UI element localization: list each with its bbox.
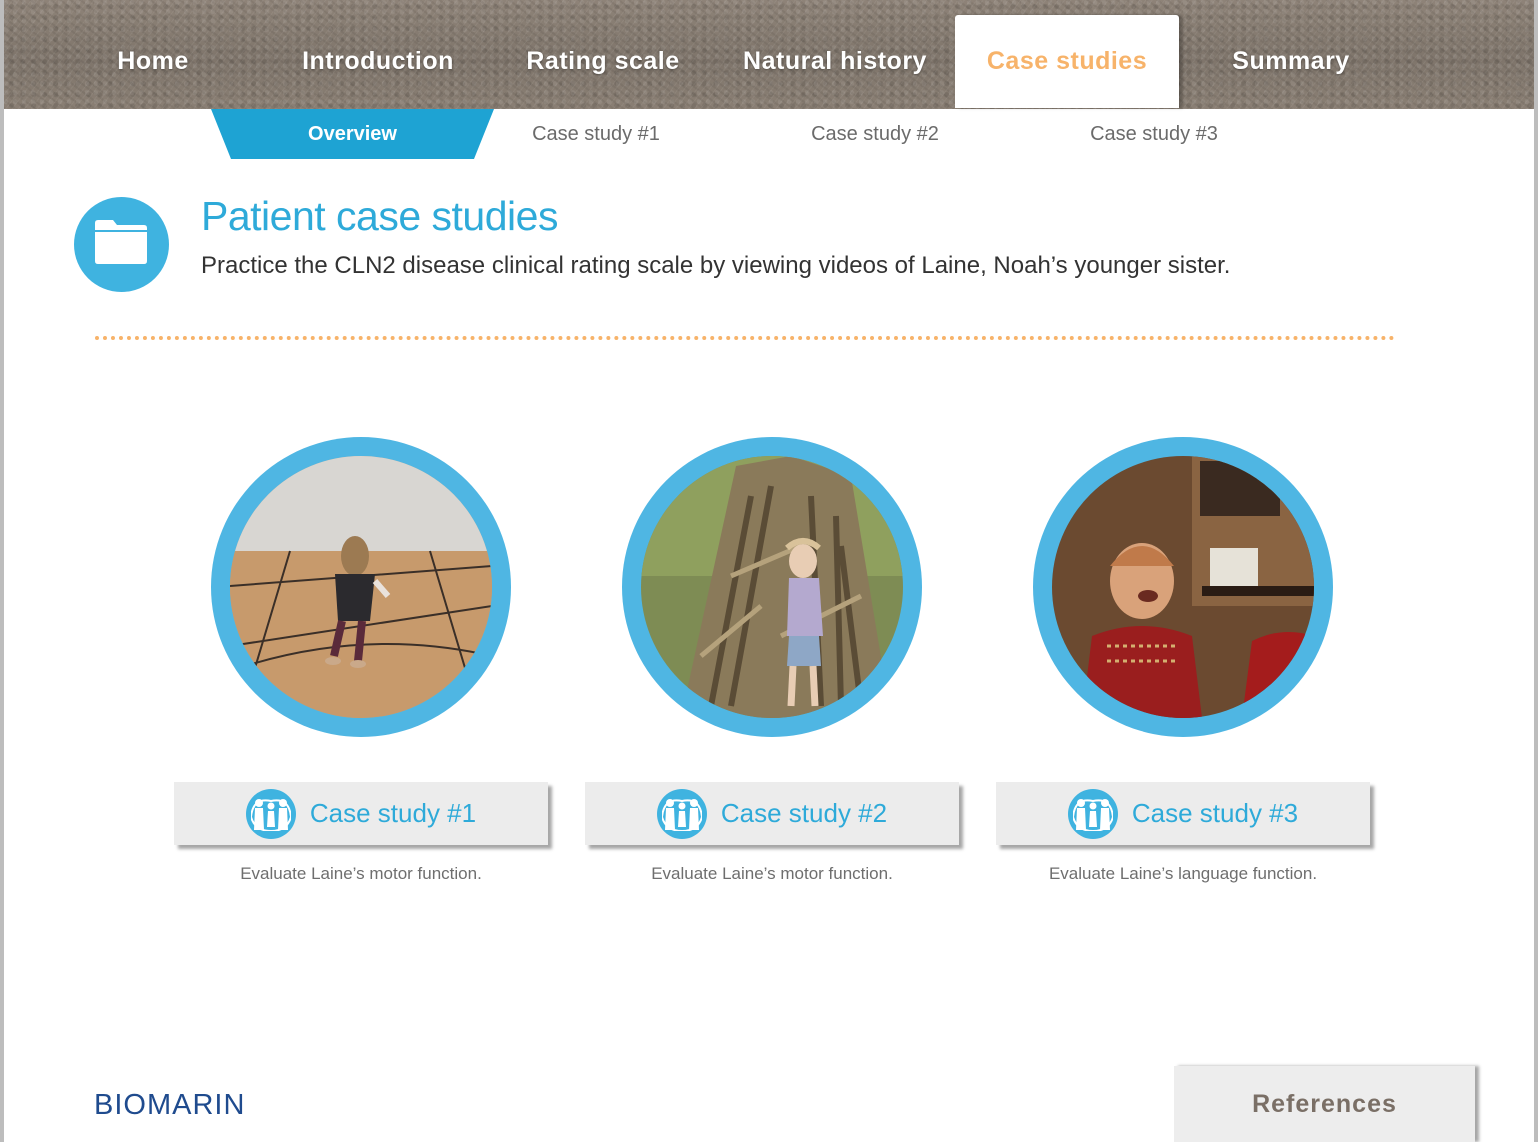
- family-icon: [245, 788, 296, 839]
- nav-introduction[interactable]: Introduction: [282, 15, 474, 108]
- case-study-3-button[interactable]: Case study #3: [996, 782, 1370, 845]
- nav-natural-history[interactable]: Natural history: [720, 15, 950, 108]
- right-page-edge: [1534, 0, 1538, 1142]
- video-thumbnail-living-room[interactable]: [1033, 437, 1333, 737]
- case-card-2: Case study #2 Evaluate Laine’s motor fun…: [585, 437, 969, 887]
- video-thumbnail-gym[interactable]: [211, 437, 511, 737]
- case-card-3: Case study #3 Evaluate Laine’s language …: [996, 437, 1380, 887]
- nav-home[interactable]: Home: [72, 15, 234, 108]
- page-title: Patient case studies: [201, 193, 558, 239]
- video-thumbnail-cornstalks[interactable]: [622, 437, 922, 737]
- case-study-3-label: Case study #3: [1131, 798, 1299, 828]
- page-subtitle: Practice the CLN2 disease clinical ratin…: [201, 252, 1231, 279]
- case-study-2-caption: Evaluate Laine’s motor function.: [651, 864, 893, 883]
- nav-rating-scale[interactable]: Rating scale: [510, 15, 696, 108]
- folder-icon-badge: [74, 197, 169, 292]
- subnav-case-study-2[interactable]: Case study #2: [785, 109, 965, 159]
- subnav-case-study-3[interactable]: Case study #3: [1064, 109, 1244, 159]
- references-button[interactable]: References: [1174, 1066, 1475, 1142]
- left-page-edge: [0, 0, 4, 1142]
- family-icon: [1067, 788, 1118, 839]
- family-icon: [656, 788, 707, 839]
- case-card-1: Case study #1 Evaluate Laine’s motor fun…: [174, 437, 558, 887]
- biomarin-logo: BIOMARIN: [94, 1089, 246, 1121]
- nav-summary[interactable]: Summary: [1200, 15, 1382, 108]
- case-study-1-button[interactable]: Case study #1: [174, 782, 548, 845]
- case-study-2-label: Case study #2: [720, 798, 888, 828]
- case-study-1-label: Case study #1: [309, 798, 477, 828]
- case-study-3-caption: Evaluate Laine’s language function.: [1048, 864, 1318, 883]
- subnav-case-study-1[interactable]: Case study #1: [506, 109, 686, 159]
- case-study-2-button[interactable]: Case study #2: [585, 782, 959, 845]
- nav-case-studies[interactable]: Case studies: [955, 15, 1179, 108]
- dotted-divider: [95, 336, 1395, 340]
- subnav-overview[interactable]: Overview: [231, 109, 474, 159]
- case-study-1-caption: Evaluate Laine’s motor function.: [240, 864, 482, 883]
- folder-icon: [95, 220, 147, 264]
